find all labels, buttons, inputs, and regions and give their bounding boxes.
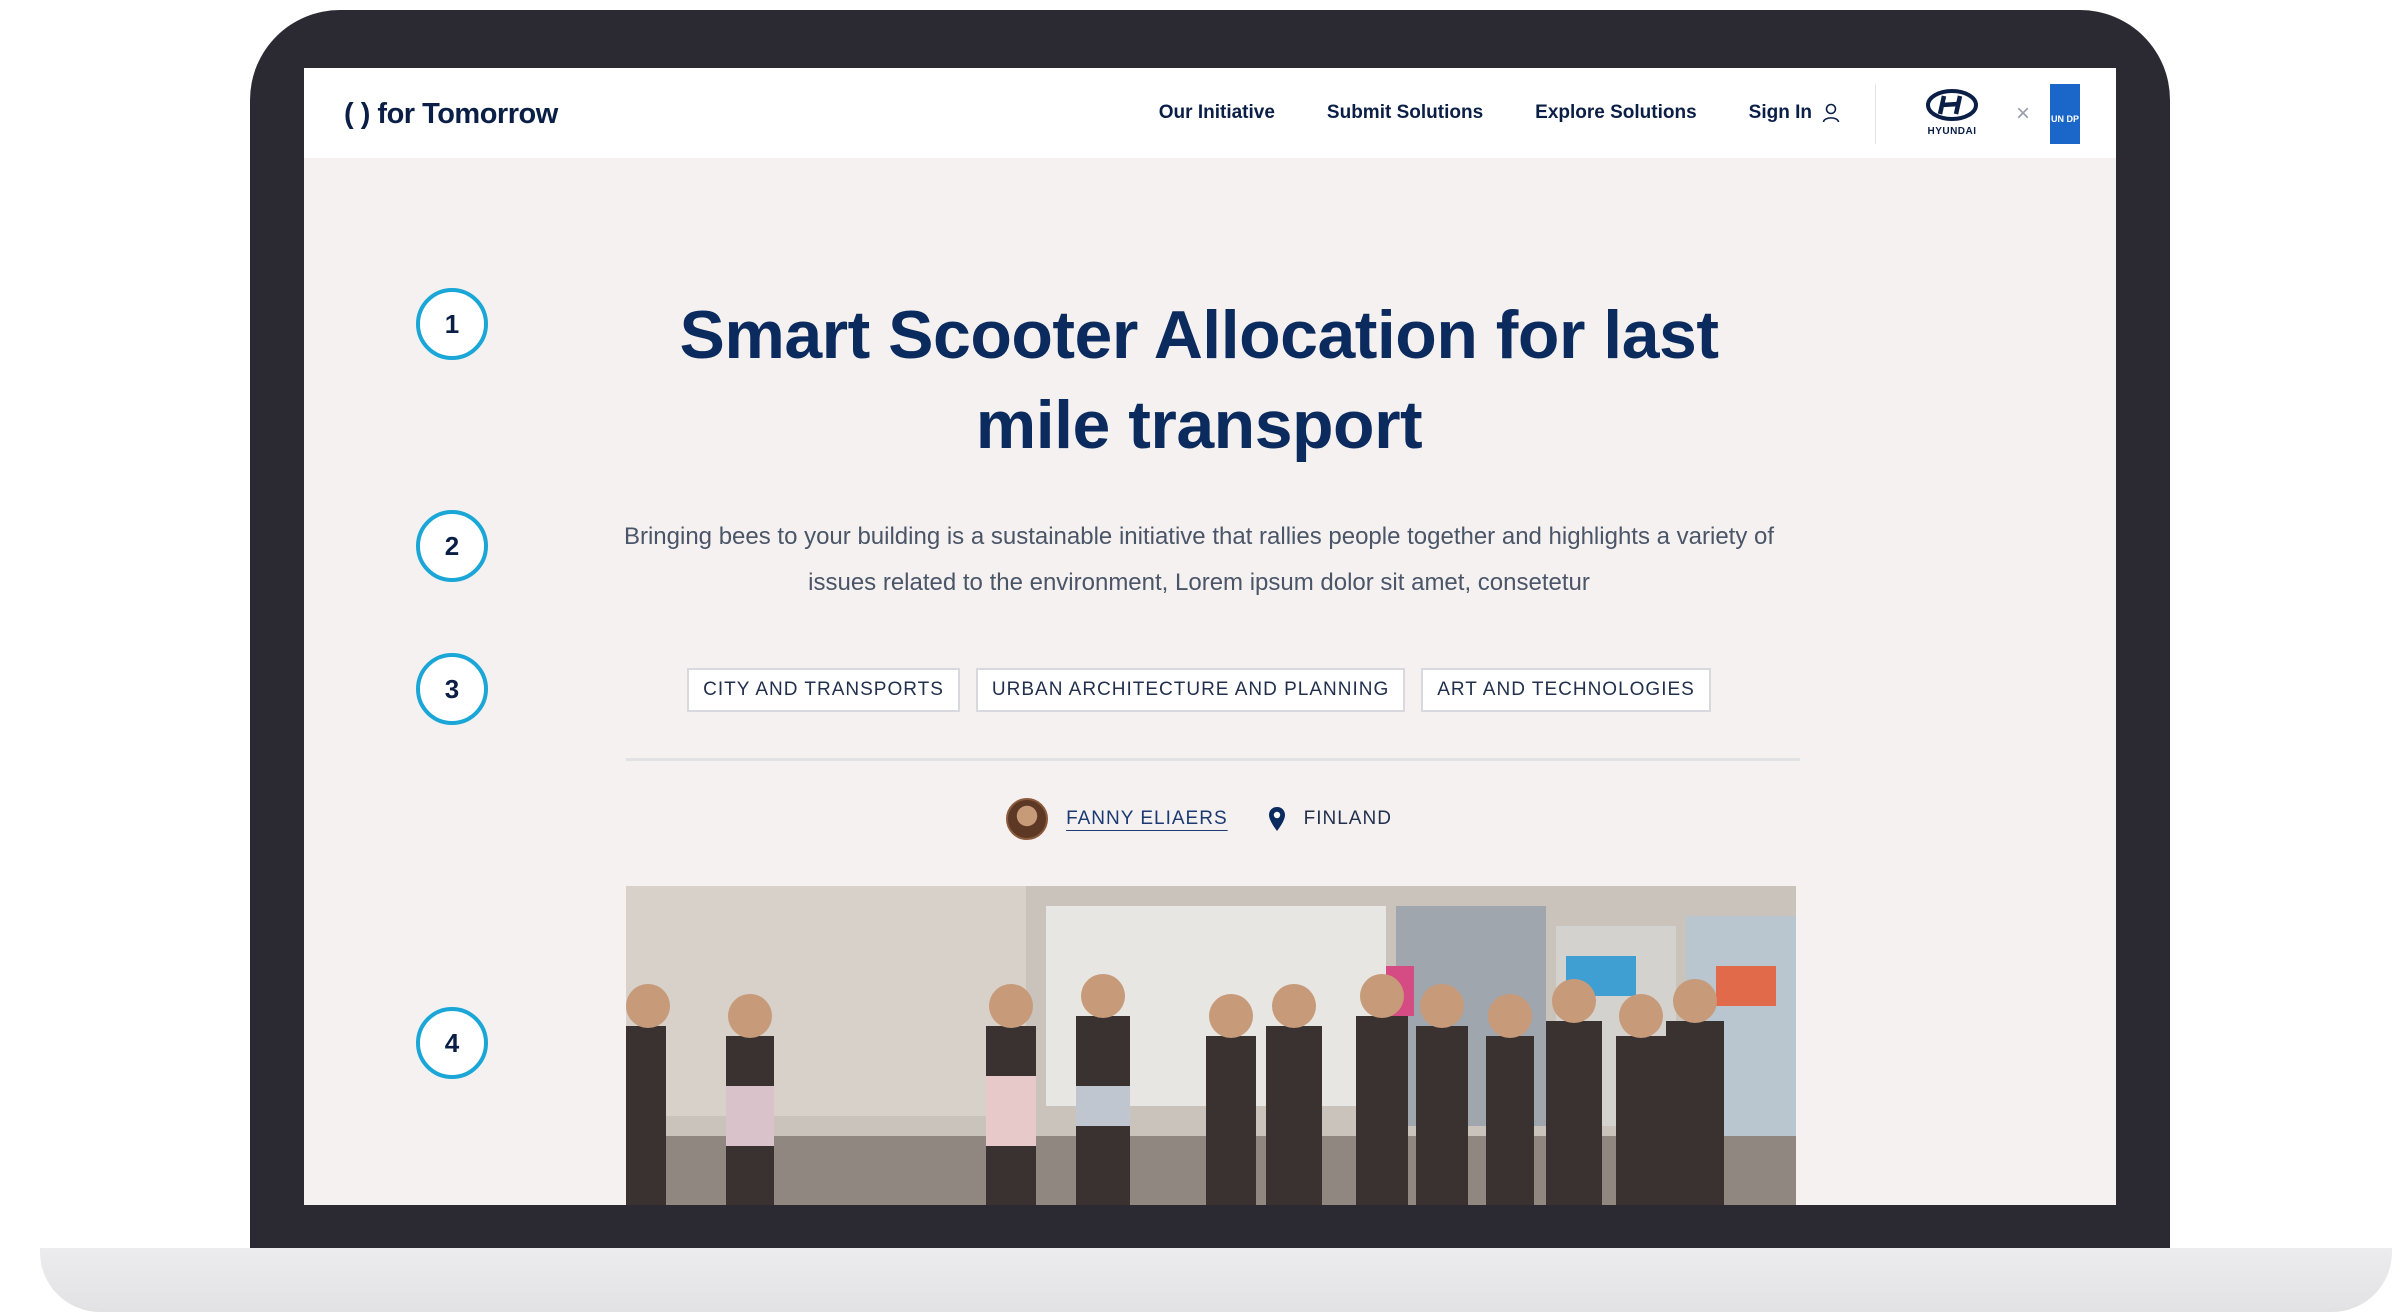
hyundai-logo[interactable]: HYUNDAI xyxy=(1910,88,1994,140)
marker-3: 3 xyxy=(416,653,488,725)
tag-urban-architecture[interactable]: URBAN ARCHITECTURE AND PLANNING xyxy=(975,668,1406,712)
hyundai-emblem-icon xyxy=(1926,89,1978,121)
laptop-base xyxy=(40,1248,2392,1312)
navbar: ( ) for Tomorrow Our Initiative Submit S… xyxy=(304,68,2116,158)
marker-4: 4 xyxy=(416,1007,488,1079)
sign-in-label: Sign In xyxy=(1748,102,1812,123)
browser-screen: ( ) for Tomorrow Our Initiative Submit S… xyxy=(304,68,2116,1205)
nav-our-initiative[interactable]: Our Initiative xyxy=(1159,102,1275,124)
user-icon xyxy=(1822,103,1840,123)
author-avatar[interactable] xyxy=(1006,798,1049,840)
tag-art-and-technologies[interactable]: ART AND TECHNOLOGIES xyxy=(1421,668,1711,712)
nav-divider xyxy=(1875,84,1876,144)
hyundai-wordmark: HYUNDAI xyxy=(1927,126,1977,137)
site-logo[interactable]: ( ) for Tomorrow xyxy=(344,98,558,131)
sign-in-link[interactable]: Sign In xyxy=(1749,102,1840,124)
marker-2: 2 xyxy=(416,510,488,582)
location-label: FINLAND xyxy=(1303,808,1392,829)
article-meta: FANNY ELIAERS FINLAND xyxy=(614,798,1784,840)
undp-logo[interactable]: UN DP xyxy=(2050,84,2080,144)
nav-submit-solutions[interactable]: Submit Solutions xyxy=(1327,102,1483,124)
author-link[interactable]: FANNY ELIAERS xyxy=(1066,808,1228,830)
nav-links: Our Initiative Submit Solutions Explore … xyxy=(1159,102,1840,124)
tag-list: CITY AND TRANSPORTS URBAN ARCHITECTURE A… xyxy=(614,668,1784,712)
page-title: Smart Scooter Allocation for last mile t… xyxy=(679,297,1719,463)
tag-city-and-transports[interactable]: CITY AND TRANSPORTS xyxy=(687,668,960,712)
marker-1: 1 xyxy=(416,288,488,360)
times-icon: × xyxy=(2015,100,2030,127)
nav-explore-solutions[interactable]: Explore Solutions xyxy=(1535,102,1697,124)
group-photo-illustration xyxy=(626,886,1796,1205)
content-divider xyxy=(626,758,1800,761)
article-description: Bringing bees to your building is a sust… xyxy=(623,523,1775,596)
location-pin-icon xyxy=(1268,807,1285,831)
hero-photo xyxy=(626,886,1796,1205)
